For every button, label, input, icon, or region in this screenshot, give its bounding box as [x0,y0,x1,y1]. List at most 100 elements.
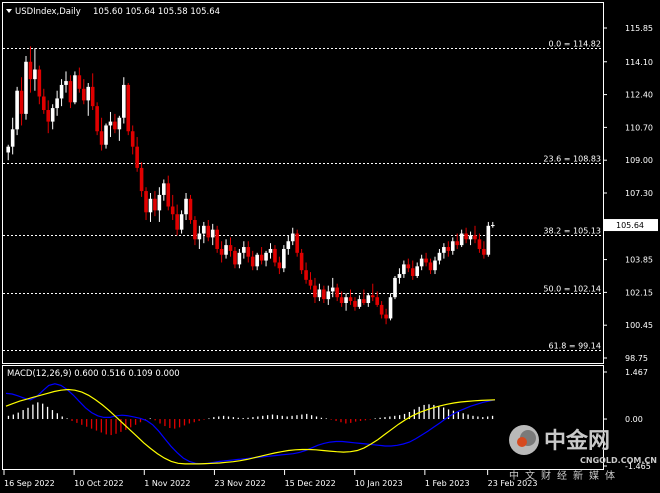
candle-body [135,146,139,168]
candlesticks [6,46,495,325]
candle-body [255,254,259,267]
candle-body [162,183,166,195]
candle-body [468,235,473,240]
symbol-label: USDIndex,Daily [15,7,81,17]
fibonacci-label: 0.0 = 114.82 [548,40,601,49]
candle-body [330,287,335,292]
candle-body [126,84,131,132]
candle-body [402,264,406,275]
candle-body [339,297,344,303]
candle-body [210,229,215,238]
candle-body [73,75,77,103]
candle-body [157,194,162,211]
candle-body [455,241,460,246]
candle-body [362,299,366,303]
candle-body [304,270,308,280]
candle-body [233,250,237,265]
price-tick-label: 98.75 [625,354,648,363]
candle-body [419,258,424,267]
candle-body [353,301,357,307]
candle-body [290,233,295,242]
collapse-arrow-icon[interactable] [6,9,12,13]
watermark-subtitle: 中文财经新媒体 [509,469,621,482]
candle-body [326,291,331,300]
fibonacci-label: 23.6 = 108.83 [543,155,601,164]
fibonacci-label: 50.0 = 102.14 [543,285,601,294]
candle-body [86,86,91,101]
candle-body [477,239,482,249]
candle-body [130,131,135,147]
candle-body [313,285,317,298]
candle-body [357,299,362,307]
watermark-name: 中金网 [544,428,610,454]
candle-body [19,90,24,114]
candle-body [482,248,486,255]
candle-body [113,121,117,130]
price-axis: 115.85 114.10 112.40 110.70 109.00 107.30 105.… [603,24,658,363]
price-tick-label: 110.70 [625,123,653,132]
candle-body [41,96,46,111]
candle-body [77,75,82,89]
candle-body [282,248,286,269]
candle-body [308,279,313,286]
candle-body [415,266,420,276]
candle-body [10,129,15,147]
candle-body [90,86,95,107]
time-tick-label: 1 Feb 2023 [425,479,470,488]
candle-body [175,214,179,230]
candle-body [55,98,59,109]
candle-body [424,258,428,263]
price-tick-label: 112.40 [625,91,653,100]
time-axis: 16 Sep 2022 10 Oct 2022 1 Nov 2022 23 Nov 2… [3,470,537,488]
candle-body [464,233,468,240]
price-tick-label: 100.45 [625,321,653,330]
candle-body [179,214,184,230]
candle-body [259,254,264,261]
candle-body [370,295,375,298]
time-tick-label: 1 Nov 2022 [144,479,190,488]
candle-body [64,81,68,85]
candle-body [215,229,219,249]
candle-body [273,248,277,263]
candle-body [286,241,291,249]
candle-body [153,198,157,211]
candle-body [486,225,491,255]
watermark-url: CNGOLD.COM.CN [580,456,657,465]
candle-body [188,198,193,221]
candle-body [268,248,273,253]
candle-body [117,117,122,130]
main-chart-frame [2,2,604,364]
candle-body [433,260,437,271]
candle-body [246,247,251,257]
fibonacci-label: 38.2 = 105.13 [543,227,601,236]
candle-body [250,256,255,267]
candle-body [446,247,451,251]
macd-tick-label: 0.00 [625,415,643,424]
time-tick-label: 10 Jan 2023 [355,479,403,488]
candle-body [397,274,402,278]
candle-body [317,289,322,298]
candle-body [219,248,224,255]
candle-body [459,233,464,246]
macd-line [5,383,496,465]
candle-body [277,262,282,269]
candle-body [295,233,299,253]
candle-body [242,247,246,253]
price-tick-label: 114.10 [625,58,653,67]
candle-body [59,84,64,99]
fibonacci-label: 61.8 = 99.14 [548,342,601,351]
price-tick-label: 102.15 [625,288,653,297]
price-tick-label: 109.00 [625,156,653,165]
macd-label: MACD(12,26,9) 0.600 0.516 0.109 0.000 [7,369,180,379]
candle-body [224,245,228,255]
candle-body [15,90,19,130]
candle-body [406,264,411,269]
price-tick-label: 115.85 [625,24,653,33]
current-price-label: 105.64 [616,221,644,230]
candle-body [335,287,339,298]
macd-tick-label: 1.467 [625,368,648,377]
chart-canvas: 0.0 = 114.82 23.6 = 108.83 38.2 = 105.13 50… [2,2,658,488]
candle-body [184,198,188,215]
candle-body [148,198,153,213]
candle-body [144,191,148,213]
